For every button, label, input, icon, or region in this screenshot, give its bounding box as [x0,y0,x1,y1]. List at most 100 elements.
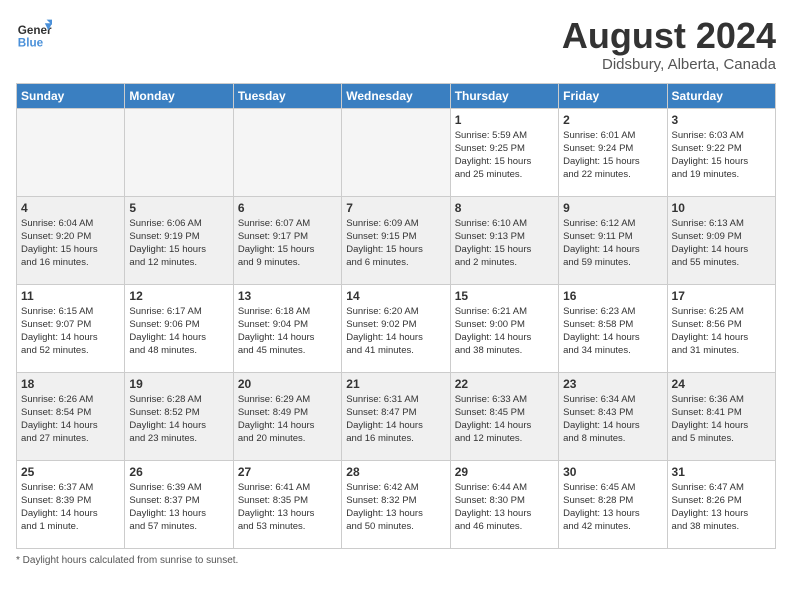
day-info: Sunrise: 6:34 AM Sunset: 8:43 PM Dayligh… [563,393,662,446]
calendar-cell: 4 Sunrise: 6:04 AM Sunset: 9:20 PM Daylig… [17,196,125,284]
calendar-cell: 14 Sunrise: 6:20 AM Sunset: 9:02 PM Dayli… [342,284,450,372]
footer-text: Daylight hours [23,555,87,566]
day-number: 10 [672,201,771,215]
svg-text:Blue: Blue [18,37,44,50]
calendar-cell [233,108,341,196]
day-info: Sunrise: 6:45 AM Sunset: 8:28 PM Dayligh… [563,481,662,534]
day-number: 4 [21,201,120,215]
calendar-cell: 7 Sunrise: 6:09 AM Sunset: 9:15 PM Daylig… [342,196,450,284]
calendar-cell [17,108,125,196]
calendar-header: SundayMondayTuesdayWednesdayThursdayFrid… [17,83,776,108]
day-number: 15 [455,289,554,303]
weekday-header-monday: Monday [125,83,233,108]
day-info: Sunrise: 6:33 AM Sunset: 8:45 PM Dayligh… [455,393,554,446]
day-number: 1 [455,113,554,127]
calendar-cell [342,108,450,196]
calendar-cell: 15 Sunrise: 6:21 AM Sunset: 9:00 PM Dayli… [450,284,558,372]
day-info: Sunrise: 6:23 AM Sunset: 8:58 PM Dayligh… [563,305,662,358]
day-info: Sunrise: 6:17 AM Sunset: 9:06 PM Dayligh… [129,305,228,358]
day-number: 2 [563,113,662,127]
logo: General Blue [16,16,52,52]
day-number: 9 [563,201,662,215]
calendar-week-row: 25Sunrise: 6:37 AM Sunset: 8:39 PM Dayli… [17,460,776,548]
day-info: Sunrise: 6:06 AM Sunset: 9:19 PM Dayligh… [129,217,228,270]
calendar-cell: 21Sunrise: 6:31 AM Sunset: 8:47 PM Dayli… [342,372,450,460]
day-number: 8 [455,201,554,215]
calendar-cell: 10 Sunrise: 6:13 AM Sunset: 9:09 PM Dayli… [667,196,775,284]
day-number: 29 [455,465,554,479]
day-info: Sunrise: 6:21 AM Sunset: 9:00 PM Dayligh… [455,305,554,358]
day-number: 20 [238,377,337,391]
calendar-title: August 2024 [562,16,776,56]
calendar-cell: 17 Sunrise: 6:25 AM Sunset: 8:56 PM Dayli… [667,284,775,372]
calendar-cell: 26 Sunrise: 6:39 AM Sunset: 8:37 PM Dayli… [125,460,233,548]
calendar-week-row: 18 Sunrise: 6:26 AM Sunset: 8:54 PM Dayli… [17,372,776,460]
day-number: 3 [672,113,771,127]
day-number: 11 [21,289,120,303]
day-info: Sunrise: 6:25 AM Sunset: 8:56 PM Dayligh… [672,305,771,358]
calendar-cell: 29Sunrise: 6:44 AM Sunset: 8:30 PM Dayli… [450,460,558,548]
day-number: 16 [563,289,662,303]
day-number: 18 [21,377,120,391]
day-number: 12 [129,289,228,303]
day-info: Sunrise: 6:20 AM Sunset: 9:02 PM Dayligh… [346,305,445,358]
day-info: Sunrise: 6:26 AM Sunset: 8:54 PM Dayligh… [21,393,120,446]
calendar-cell: 20 Sunrise: 6:29 AM Sunset: 8:49 PM Dayli… [233,372,341,460]
day-number: 31 [672,465,771,479]
calendar-cell: 2 Sunrise: 6:01 AM Sunset: 9:24 PM Daylig… [559,108,667,196]
day-number: 28 [346,465,445,479]
day-info: Sunrise: 6:39 AM Sunset: 8:37 PM Dayligh… [129,481,228,534]
day-info: Sunrise: 6:12 AM Sunset: 9:11 PM Dayligh… [563,217,662,270]
calendar-cell: 30 Sunrise: 6:45 AM Sunset: 8:28 PM Dayli… [559,460,667,548]
calendar-body: 1 Sunrise: 5:59 AM Sunset: 9:25 PM Daylig… [17,108,776,548]
day-info: Sunrise: 6:18 AM Sunset: 9:04 PM Dayligh… [238,305,337,358]
calendar-week-row: 1 Sunrise: 5:59 AM Sunset: 9:25 PM Daylig… [17,108,776,196]
calendar-cell: 23 Sunrise: 6:34 AM Sunset: 8:43 PM Dayli… [559,372,667,460]
calendar-cell: 8 Sunrise: 6:10 AM Sunset: 9:13 PM Daylig… [450,196,558,284]
day-info: Sunrise: 5:59 AM Sunset: 9:25 PM Dayligh… [455,129,554,182]
calendar-cell: 13Sunrise: 6:18 AM Sunset: 9:04 PM Dayli… [233,284,341,372]
day-info: Sunrise: 6:29 AM Sunset: 8:49 PM Dayligh… [238,393,337,446]
calendar-cell: 27Sunrise: 6:41 AM Sunset: 8:35 PM Dayli… [233,460,341,548]
calendar-cell: 19Sunrise: 6:28 AM Sunset: 8:52 PM Dayli… [125,372,233,460]
calendar-cell: 5 Sunrise: 6:06 AM Sunset: 9:19 PM Daylig… [125,196,233,284]
calendar-cell [125,108,233,196]
day-info: Sunrise: 6:01 AM Sunset: 9:24 PM Dayligh… [563,129,662,182]
day-info: Sunrise: 6:36 AM Sunset: 8:41 PM Dayligh… [672,393,771,446]
calendar-week-row: 11Sunrise: 6:15 AM Sunset: 9:07 PM Dayli… [17,284,776,372]
day-number: 19 [129,377,228,391]
day-info: Sunrise: 6:42 AM Sunset: 8:32 PM Dayligh… [346,481,445,534]
day-number: 30 [563,465,662,479]
day-number: 14 [346,289,445,303]
calendar-cell: 6 Sunrise: 6:07 AM Sunset: 9:17 PM Daylig… [233,196,341,284]
day-info: Sunrise: 6:07 AM Sunset: 9:17 PM Dayligh… [238,217,337,270]
weekday-header-saturday: Saturday [667,83,775,108]
calendar-cell: 22Sunrise: 6:33 AM Sunset: 8:45 PM Dayli… [450,372,558,460]
calendar-cell: 16 Sunrise: 6:23 AM Sunset: 8:58 PM Dayli… [559,284,667,372]
calendar-cell: 31 Sunrise: 6:47 AM Sunset: 8:26 PM Dayli… [667,460,775,548]
calendar-cell: 11Sunrise: 6:15 AM Sunset: 9:07 PM Dayli… [17,284,125,372]
calendar-cell: 9 Sunrise: 6:12 AM Sunset: 9:11 PM Daylig… [559,196,667,284]
day-number: 26 [129,465,228,479]
day-info: Sunrise: 6:10 AM Sunset: 9:13 PM Dayligh… [455,217,554,270]
weekday-header-row: SundayMondayTuesdayWednesdayThursdayFrid… [17,83,776,108]
calendar-table: SundayMondayTuesdayWednesdayThursdayFrid… [16,83,776,549]
day-number: 17 [672,289,771,303]
weekday-header-thursday: Thursday [450,83,558,108]
day-info: Sunrise: 6:13 AM Sunset: 9:09 PM Dayligh… [672,217,771,270]
day-number: 21 [346,377,445,391]
day-info: Sunrise: 6:04 AM Sunset: 9:20 PM Dayligh… [21,217,120,270]
calendar-cell: 3Sunrise: 6:03 AM Sunset: 9:22 PM Daylig… [667,108,775,196]
weekday-header-wednesday: Wednesday [342,83,450,108]
day-number: 7 [346,201,445,215]
calendar-cell: 1 Sunrise: 5:59 AM Sunset: 9:25 PM Daylig… [450,108,558,196]
calendar-cell: 24Sunrise: 6:36 AM Sunset: 8:41 PM Dayli… [667,372,775,460]
calendar-cell: 25Sunrise: 6:37 AM Sunset: 8:39 PM Dayli… [17,460,125,548]
day-number: 23 [563,377,662,391]
day-info: Sunrise: 6:09 AM Sunset: 9:15 PM Dayligh… [346,217,445,270]
day-number: 6 [238,201,337,215]
day-info: Sunrise: 6:47 AM Sunset: 8:26 PM Dayligh… [672,481,771,534]
day-number: 5 [129,201,228,215]
weekday-header-sunday: Sunday [17,83,125,108]
day-info: Sunrise: 6:37 AM Sunset: 8:39 PM Dayligh… [21,481,120,534]
